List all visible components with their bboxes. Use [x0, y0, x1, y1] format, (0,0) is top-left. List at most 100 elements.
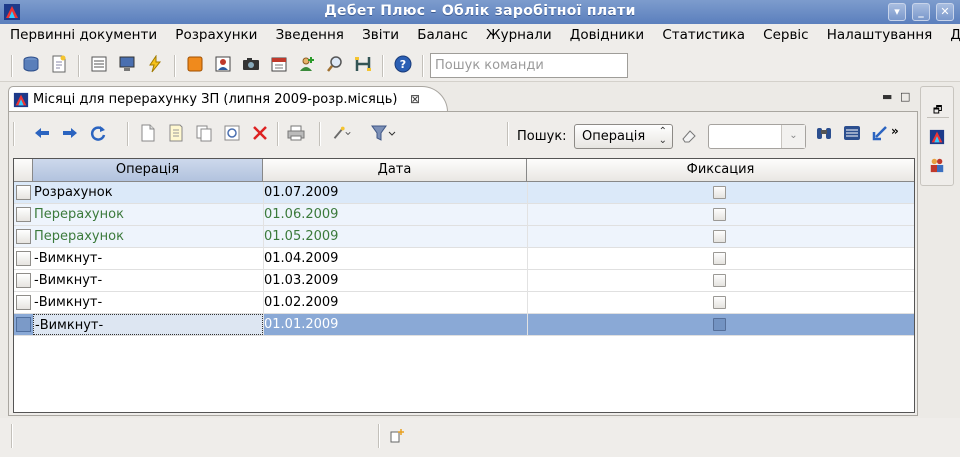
list-view-icon[interactable]: [843, 124, 861, 142]
row-selector[interactable]: [16, 207, 31, 222]
command-search-input[interactable]: [430, 53, 628, 78]
view-maximize-icon[interactable]: □: [900, 90, 910, 103]
filter-dropdown-icon[interactable]: [371, 124, 397, 142]
row-selector[interactable]: [16, 229, 31, 244]
lightning-icon[interactable]: [146, 55, 164, 73]
close-button[interactable]: ✕: [936, 3, 954, 21]
orange-square-icon[interactable]: [186, 55, 204, 73]
table-row[interactable]: Перерахунок 01.06.2009: [14, 204, 914, 226]
refresh-icon[interactable]: [89, 124, 107, 142]
camera-icon[interactable]: [242, 55, 260, 73]
menu-statistics[interactable]: Статистика: [655, 24, 752, 48]
window-menu-button[interactable]: ▾: [888, 3, 906, 21]
row-selector-header[interactable]: [14, 159, 33, 182]
row-selector[interactable]: [16, 317, 31, 332]
tab-close-icon[interactable]: ⊠: [410, 92, 420, 106]
return-arrow-icon[interactable]: [871, 124, 889, 142]
magnifier-icon[interactable]: [326, 55, 344, 73]
toolbar-overflow-icon[interactable]: »: [891, 124, 899, 138]
delete-icon[interactable]: [251, 124, 269, 142]
tools-icon[interactable]: [354, 55, 372, 73]
table-row[interactable]: -Вимкнут- 01.04.2009: [14, 248, 914, 270]
search-label: Пошук:: [517, 129, 567, 144]
document-list-icon[interactable]: [90, 55, 108, 73]
cell-date: 01.05.2009: [264, 229, 339, 244]
cell-date: 01.02.2009: [264, 295, 339, 310]
toolbar-separator: [319, 122, 321, 146]
fixation-checkbox[interactable]: [713, 230, 726, 243]
fixation-checkbox[interactable]: [713, 296, 726, 309]
arrow-right-icon[interactable]: [61, 124, 79, 142]
arrow-left-icon[interactable]: [33, 124, 51, 142]
row-selector[interactable]: [16, 273, 31, 288]
title-bar: Дебет Плюс - Облік заробітної плати ▾ _ …: [0, 0, 960, 24]
table-row[interactable]: Перерахунок 01.05.2009: [14, 226, 914, 248]
select-arrows-icon: ⌃ ⌄: [658, 126, 667, 146]
minimize-button[interactable]: _: [912, 3, 930, 21]
menu-calculations[interactable]: Розрахунки: [168, 24, 264, 48]
table-row[interactable]: -Вимкнут- 01.03.2009: [14, 270, 914, 292]
new-record-icon[interactable]: [139, 124, 157, 142]
toolbar-separator: [174, 55, 176, 77]
status-separator: [11, 424, 13, 448]
app-logo-icon[interactable]: [929, 129, 945, 145]
view-minimize-icon[interactable]: ▬: [882, 90, 892, 103]
edit-record-icon[interactable]: [167, 124, 185, 142]
chevron-down-icon[interactable]: ⌄: [781, 125, 805, 148]
column-divider: [263, 182, 264, 336]
copy-record-icon[interactable]: [195, 124, 213, 142]
table-row[interactable]: Розрахунок 01.07.2009: [14, 182, 914, 204]
column-header-fixation[interactable]: Фиксация: [527, 159, 914, 182]
toolbar-separator: [277, 122, 279, 146]
toolbar-separator: [422, 55, 424, 77]
search-field-select[interactable]: Операція ⌃ ⌄: [574, 124, 673, 149]
search-value-combo[interactable]: ⌄: [708, 124, 806, 149]
row-selector[interactable]: [16, 251, 31, 266]
database-icon[interactable]: [22, 55, 40, 73]
menu-balance[interactable]: Баланс: [410, 24, 475, 48]
fast-view-icon[interactable]: [389, 428, 405, 444]
fixation-checkbox[interactable]: [713, 186, 726, 199]
row-selector[interactable]: [16, 295, 31, 310]
menu-references[interactable]: Довідники: [563, 24, 651, 48]
row-selector[interactable]: [16, 185, 31, 200]
new-document-icon[interactable]: [50, 55, 68, 73]
menu-bar: Первинні документи Розрахунки Зведення З…: [0, 24, 960, 48]
menu-settings[interactable]: Налаштування: [820, 24, 940, 48]
cell-date: 01.06.2009: [264, 207, 339, 222]
table-row[interactable]: -Вимкнут- 01.02.2009: [14, 292, 914, 314]
cell-date: 01.04.2009: [264, 251, 339, 266]
tab-months-recalc[interactable]: Місяці для перерахунку ЗП (липня 2009-ро…: [8, 86, 448, 112]
fixation-checkbox[interactable]: [713, 274, 726, 287]
menu-journals[interactable]: Журнали: [479, 24, 559, 48]
help-icon[interactable]: ?: [394, 55, 412, 73]
wand-dropdown-icon[interactable]: [333, 124, 351, 142]
menu-summaries[interactable]: Зведення: [269, 24, 351, 48]
cell-operation: -Вимкнут-: [34, 251, 103, 266]
eraser-icon[interactable]: [681, 128, 697, 144]
table-row[interactable]: -Вимкнут- 01.01.2009: [14, 314, 914, 336]
cell-operation: -Вимкнут-: [33, 314, 263, 335]
cell-operation: Перерахунок: [34, 229, 124, 244]
binoculars-icon[interactable]: [815, 124, 833, 142]
menu-help[interactable]: Довідка: [943, 24, 960, 48]
fixation-checkbox[interactable]: [713, 252, 726, 265]
editor-panel: Пошук: Операція ⌃ ⌄ ⌄ » Операція Дата Фи…: [8, 111, 918, 416]
calendar-icon[interactable]: [270, 55, 288, 73]
users-icon[interactable]: [929, 157, 945, 173]
menu-primary-documents[interactable]: Первинні документи: [0, 24, 164, 48]
employee-card-icon[interactable]: [214, 55, 232, 73]
add-user-icon[interactable]: [298, 55, 316, 73]
fixation-checkbox[interactable]: [713, 318, 726, 331]
print-icon[interactable]: [287, 124, 305, 142]
menu-service[interactable]: Сервіс: [756, 24, 815, 48]
editor-area: Місяці для перерахунку ЗП (липня 2009-ро…: [8, 86, 918, 416]
toolbar-separator: [78, 55, 80, 77]
menu-reports[interactable]: Звіти: [355, 24, 406, 48]
monitor-icon[interactable]: [118, 55, 136, 73]
column-header-date[interactable]: Дата: [263, 159, 527, 182]
column-header-operation[interactable]: Операція: [33, 159, 263, 182]
toolbar-separator: [507, 122, 509, 146]
view-record-icon[interactable]: [223, 124, 241, 142]
fixation-checkbox[interactable]: [713, 208, 726, 221]
